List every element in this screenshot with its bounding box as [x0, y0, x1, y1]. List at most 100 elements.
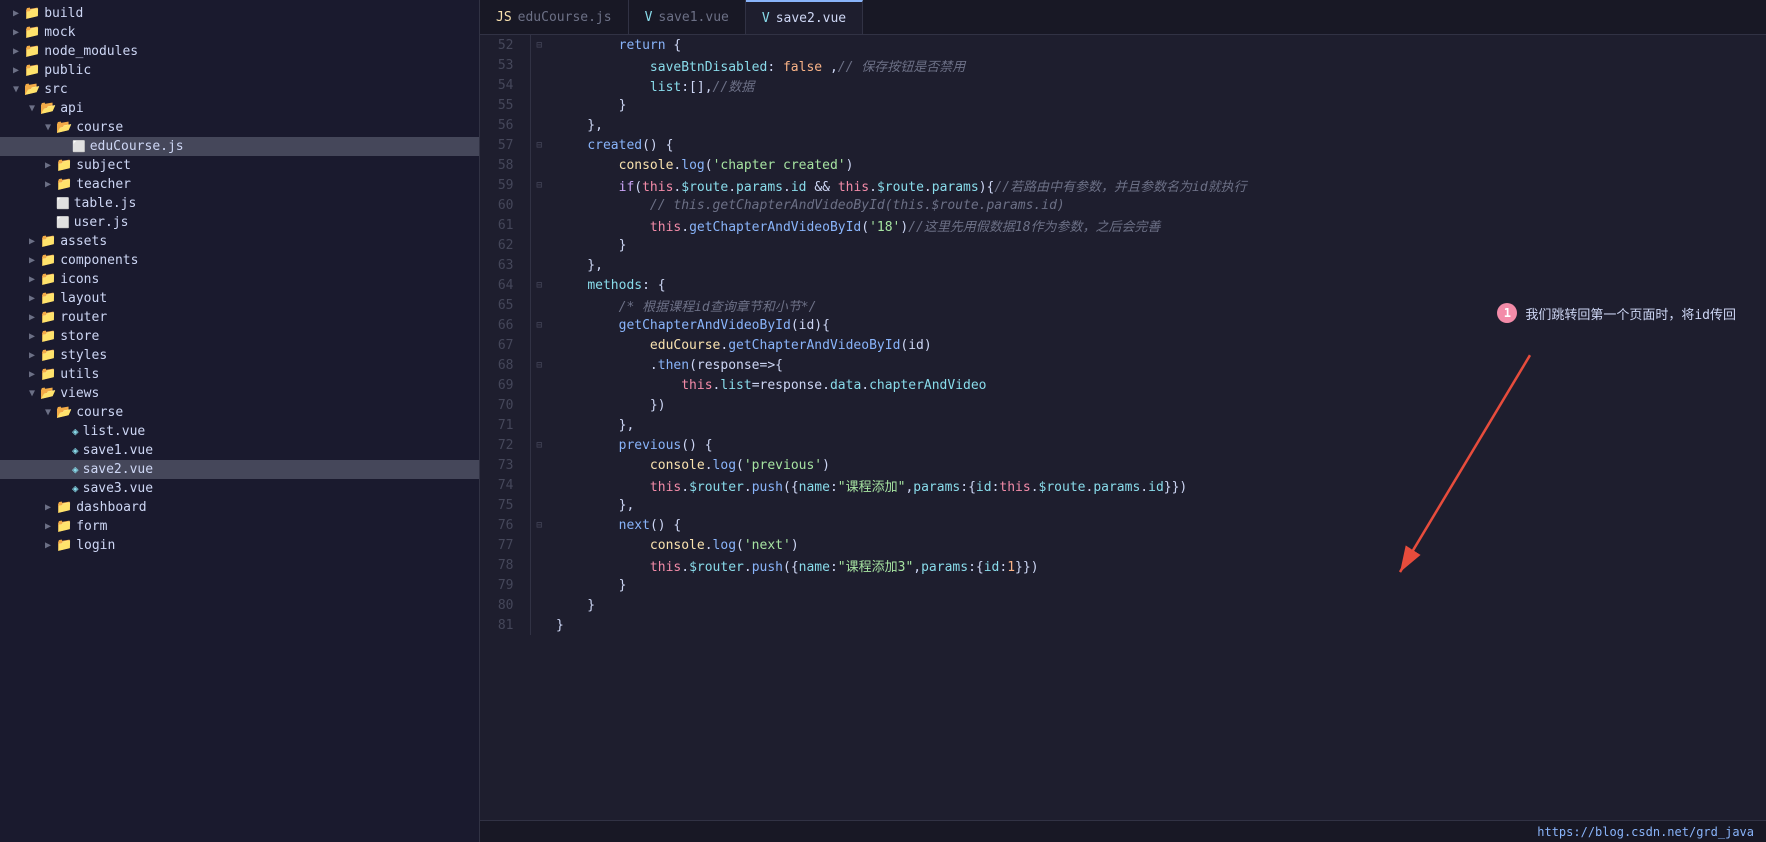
code-row-72: 72⊟ previous() {	[480, 435, 1766, 455]
folder-icon-src: 📂	[24, 82, 40, 97]
tree-item-user.js[interactable]: ⬜ user.js	[0, 213, 479, 232]
tree-label-views-course: course	[76, 405, 123, 420]
code-line-70: })	[548, 395, 1766, 415]
fold-btn-75	[530, 495, 548, 515]
fold-btn-72[interactable]: ⊟	[530, 435, 548, 455]
tree-item-save3.vue[interactable]: ◈ save3.vue	[0, 479, 479, 498]
folder-arrow-build: ▶	[8, 8, 24, 19]
fold-btn-66[interactable]: ⊟	[530, 315, 548, 335]
tree-item-eduCourse.js[interactable]: ⬜ eduCourse.js	[0, 137, 479, 156]
fold-btn-56	[530, 115, 548, 135]
tree-item-course[interactable]: ▼📂course	[0, 118, 479, 137]
tree-item-layout[interactable]: ▶📁layout	[0, 289, 479, 308]
tree-item-table.js[interactable]: ⬜ table.js	[0, 194, 479, 213]
tree-item-components[interactable]: ▶📁components	[0, 251, 479, 270]
folder-arrow-components: ▶	[24, 255, 40, 266]
tree-item-mock[interactable]: ▶📁mock	[0, 23, 479, 42]
code-row-79: 79 }	[480, 575, 1766, 595]
tree-item-teacher[interactable]: ▶📁teacher	[0, 175, 479, 194]
code-line-66: getChapterAndVideoById(id){	[548, 315, 1766, 335]
fold-btn-59[interactable]: ⊟	[530, 175, 548, 195]
fold-btn-69	[530, 375, 548, 395]
fold-btn-68[interactable]: ⊟	[530, 355, 548, 375]
fold-btn-57[interactable]: ⊟	[530, 135, 548, 155]
tree-label-save3.vue: save3.vue	[83, 481, 153, 496]
tree-item-store[interactable]: ▶📁store	[0, 327, 479, 346]
tree-item-router[interactable]: ▶📁router	[0, 308, 479, 327]
tree-item-assets[interactable]: ▶📁assets	[0, 232, 479, 251]
folder-icon-dashboard: 📁	[56, 500, 72, 515]
line-num-52: 52	[480, 35, 530, 55]
fold-btn-52[interactable]: ⊟	[530, 35, 548, 55]
line-num-56: 56	[480, 115, 530, 135]
folder-icon-router: 📁	[40, 310, 56, 325]
tree-item-src[interactable]: ▼📂src	[0, 80, 479, 99]
folder-icon-layout: 📁	[40, 291, 56, 306]
line-num-76: 76	[480, 515, 530, 535]
tree-item-node_modules[interactable]: ▶📁node_modules	[0, 42, 479, 61]
folder-arrow-views: ▼	[24, 388, 40, 399]
line-num-73: 73	[480, 455, 530, 475]
tree-label-components: components	[60, 253, 138, 268]
tree-label-list.vue: list.vue	[83, 424, 146, 439]
tree-item-list.vue[interactable]: ◈ list.vue	[0, 422, 479, 441]
tree-item-icons[interactable]: ▶📁icons	[0, 270, 479, 289]
fold-btn-76[interactable]: ⊟	[530, 515, 548, 535]
code-row-73: 73 console.log('previous')	[480, 455, 1766, 475]
folder-arrow-subject: ▶	[40, 160, 56, 171]
tree-item-form[interactable]: ▶📁form	[0, 517, 479, 536]
tree-item-utils[interactable]: ▶📁utils	[0, 365, 479, 384]
line-num-68: 68	[480, 355, 530, 375]
tree-item-views[interactable]: ▼📂views	[0, 384, 479, 403]
vue-icon-save2.vue: ◈	[72, 463, 79, 476]
tree-label-dashboard: dashboard	[76, 500, 146, 515]
fold-btn-64[interactable]: ⊟	[530, 275, 548, 295]
code-row-69: 69 this.list=response.data.chapterAndVid…	[480, 375, 1766, 395]
fold-btn-55	[530, 95, 548, 115]
code-line-58: console.log('chapter created')	[548, 155, 1766, 175]
tree-label-public: public	[44, 63, 91, 78]
tab-save2[interactable]: Vsave2.vue	[746, 0, 863, 34]
code-editor[interactable]: 52⊟ return {53 saveBtnDisabled: false ,/…	[480, 35, 1766, 820]
code-row-61: 61 this.getChapterAndVideoById('18')//这里…	[480, 215, 1766, 235]
tabs-bar: JSeduCourse.jsVsave1.vueVsave2.vue	[480, 0, 1766, 35]
tab-icon-save2: V	[762, 11, 770, 26]
tree-item-api[interactable]: ▼📂api	[0, 99, 479, 118]
fold-btn-58	[530, 155, 548, 175]
tab-label-save1: save1.vue	[658, 10, 728, 25]
tree-label-table.js: table.js	[74, 196, 137, 211]
folder-arrow-layout: ▶	[24, 293, 40, 304]
tree-label-course: course	[76, 120, 123, 135]
line-num-61: 61	[480, 215, 530, 235]
fold-btn-62	[530, 235, 548, 255]
tree-item-styles[interactable]: ▶📁styles	[0, 346, 479, 365]
code-line-64: methods: {	[548, 275, 1766, 295]
line-num-60: 60	[480, 195, 530, 215]
tree-item-views-course[interactable]: ▼📂course	[0, 403, 479, 422]
code-line-77: console.log('next')	[548, 535, 1766, 555]
code-row-68: 68⊟ .then(response=>{	[480, 355, 1766, 375]
folder-icon-mock: 📁	[24, 25, 40, 40]
tree-item-dashboard[interactable]: ▶📁dashboard	[0, 498, 479, 517]
tree-item-build[interactable]: ▶📁build	[0, 4, 479, 23]
fold-btn-61	[530, 215, 548, 235]
tree-item-subject[interactable]: ▶📁subject	[0, 156, 479, 175]
vue-icon-save3.vue: ◈	[72, 482, 79, 495]
tree-item-login[interactable]: ▶📁login	[0, 536, 479, 555]
code-line-55: }	[548, 95, 1766, 115]
tree-item-save1.vue[interactable]: ◈ save1.vue	[0, 441, 479, 460]
tree-label-icons: icons	[60, 272, 99, 287]
line-num-55: 55	[480, 95, 530, 115]
code-row-57: 57⊟ created() {	[480, 135, 1766, 155]
folder-icon-views-course: 📂	[56, 405, 72, 420]
tab-save1[interactable]: Vsave1.vue	[629, 0, 746, 34]
fold-btn-53	[530, 55, 548, 75]
tree-item-public[interactable]: ▶📁public	[0, 61, 479, 80]
editor-wrapper: 52⊟ return {53 saveBtnDisabled: false ,/…	[480, 35, 1766, 820]
folder-arrow-styles: ▶	[24, 350, 40, 361]
fold-btn-70	[530, 395, 548, 415]
folder-icon-utils: 📁	[40, 367, 56, 382]
tab-eduCourse[interactable]: JSeduCourse.js	[480, 0, 629, 34]
tree-item-save2.vue[interactable]: ◈ save2.vue	[0, 460, 479, 479]
code-line-76: next() {	[548, 515, 1766, 535]
